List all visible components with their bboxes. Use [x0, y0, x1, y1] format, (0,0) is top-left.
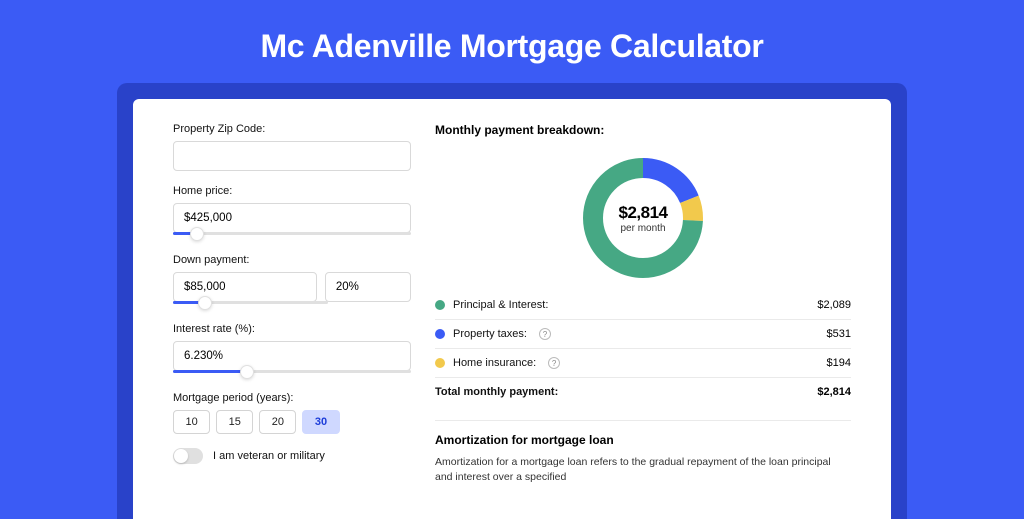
breakdown-column: Monthly payment breakdown: $2,814 per mo… — [435, 123, 851, 519]
info-icon[interactable]: ? — [539, 328, 551, 340]
legend-label: Principal & Interest: — [453, 299, 548, 311]
donut-chart: $2,814 per month — [578, 153, 708, 283]
period-options: 10152030 — [173, 410, 340, 434]
zip-input[interactable] — [173, 141, 411, 171]
legend-row: Property taxes:? $531 — [435, 319, 851, 348]
down-payment-field-block: Down payment: — [173, 254, 411, 309]
down-payment-label: Down payment: — [173, 254, 411, 266]
slider-fill — [173, 370, 247, 373]
donut-amount: $2,814 — [619, 203, 668, 223]
legend-value: $531 — [827, 328, 851, 340]
down-payment-input[interactable] — [173, 272, 317, 302]
calculator-card: Property Zip Code: Home price: Down paym… — [133, 99, 891, 519]
veteran-toggle-row: I am veteran or military — [173, 448, 411, 464]
breakdown-title: Monthly payment breakdown: — [435, 123, 851, 137]
period-option-20[interactable]: 20 — [259, 410, 296, 434]
legend-dot-icon — [435, 300, 445, 310]
card-backdrop: Property Zip Code: Home price: Down paym… — [117, 83, 907, 519]
home-price-field-block: Home price: — [173, 185, 411, 240]
legend-dot-icon — [435, 329, 445, 339]
period-option-10[interactable]: 10 — [173, 410, 210, 434]
zip-field-block: Property Zip Code: — [173, 123, 411, 171]
slider-thumb[interactable] — [198, 296, 212, 310]
legend-row: Home insurance:? $194 — [435, 348, 851, 377]
legend-value: $194 — [827, 357, 851, 369]
total-label: Total monthly payment: — [435, 386, 558, 398]
amortization-body: Amortization for a mortgage loan refers … — [435, 455, 851, 484]
amortization-section: Amortization for mortgage loan Amortizat… — [435, 420, 851, 484]
interest-slider[interactable] — [173, 370, 411, 378]
legend-total-row: Total monthly payment: $2,814 — [435, 377, 851, 406]
interest-field-block: Interest rate (%): — [173, 323, 411, 378]
legend-label: Property taxes: — [453, 328, 527, 340]
slider-thumb[interactable] — [240, 365, 254, 379]
zip-label: Property Zip Code: — [173, 123, 411, 135]
page-title: Mc Adenville Mortgage Calculator — [0, 0, 1024, 83]
donut-center: $2,814 per month — [578, 153, 708, 283]
legend-dot-icon — [435, 358, 445, 368]
toggle-knob — [174, 449, 188, 463]
home-price-input[interactable] — [173, 203, 411, 233]
legend-row: Principal & Interest: $2,089 — [435, 291, 851, 319]
legend-label: Home insurance: — [453, 357, 536, 369]
donut-chart-wrap: $2,814 per month — [435, 147, 851, 291]
total-value: $2,814 — [817, 386, 851, 398]
info-icon[interactable]: ? — [548, 357, 560, 369]
slider-thumb[interactable] — [190, 227, 204, 241]
period-option-30[interactable]: 30 — [302, 410, 339, 434]
period-field-block: Mortgage period (years): 10152030 — [173, 392, 411, 434]
donut-caption: per month — [620, 223, 665, 234]
period-label: Mortgage period (years): — [173, 392, 411, 404]
legend-list: Principal & Interest: $2,089 Property taxe… — [435, 291, 851, 377]
period-option-15[interactable]: 15 — [216, 410, 253, 434]
veteran-toggle[interactable] — [173, 448, 203, 464]
amortization-title: Amortization for mortgage loan — [435, 433, 851, 447]
legend-value: $2,089 — [817, 299, 851, 311]
home-price-slider[interactable] — [173, 232, 411, 240]
home-price-label: Home price: — [173, 185, 411, 197]
down-payment-pct-input[interactable] — [325, 272, 411, 302]
inputs-column: Property Zip Code: Home price: Down paym… — [173, 123, 411, 519]
veteran-label: I am veteran or military — [213, 450, 325, 462]
down-payment-slider[interactable] — [173, 301, 328, 309]
interest-input[interactable] — [173, 341, 411, 371]
interest-label: Interest rate (%): — [173, 323, 411, 335]
